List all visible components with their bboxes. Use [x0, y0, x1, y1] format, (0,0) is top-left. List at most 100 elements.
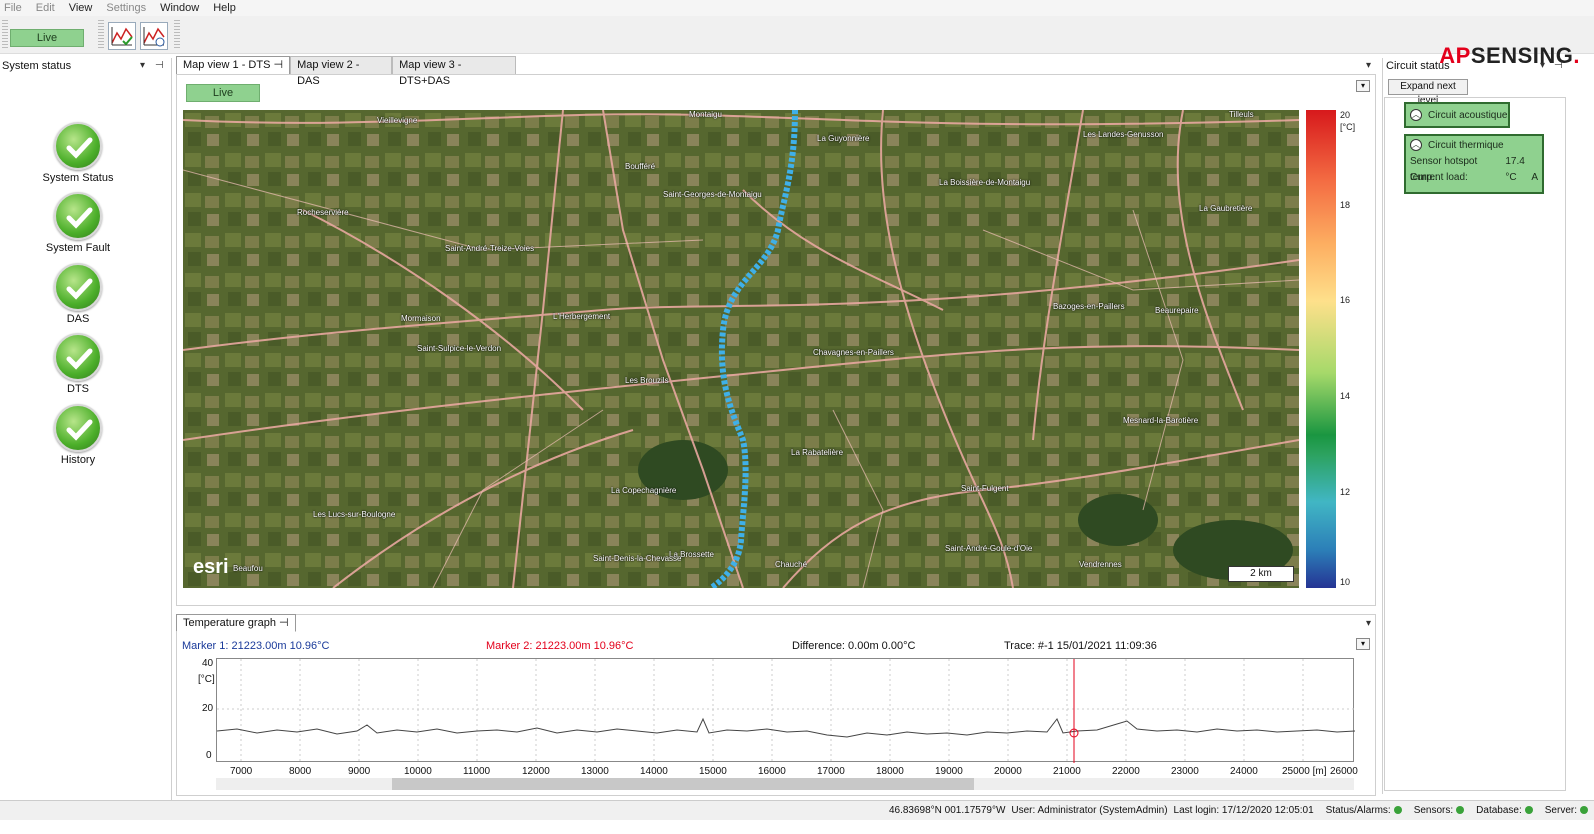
tab-map-view-3[interactable]: Map view 3 - DTS+DAS	[392, 56, 517, 87]
dropdown-icon[interactable]: ▾	[1366, 60, 1371, 71]
circuit-row: Current load: A	[1410, 172, 1538, 183]
menu-file[interactable]: File	[4, 2, 22, 14]
server-status: Server:	[1539, 805, 1588, 816]
esri-logo: esri	[193, 556, 229, 578]
graph-scrollbar[interactable]	[216, 778, 1354, 790]
sensors-status: Sensors:	[1408, 805, 1465, 816]
chevron-up-icon[interactable]: ︿	[1410, 109, 1422, 121]
user-info: User: Administrator (SystemAdmin)	[1011, 805, 1168, 816]
difference-readout: Difference: 0.00m 0.00°C	[792, 640, 916, 652]
trace-chart-icon[interactable]	[108, 22, 136, 50]
colorbar-unit: [°C]	[1340, 122, 1356, 132]
map-label: Montaigu	[689, 110, 722, 119]
colorbar-tick: 12	[1340, 487, 1351, 497]
status-ok-icon	[1580, 806, 1588, 815]
alarms-status: Status/Alarms:	[1320, 805, 1402, 816]
map-label: Bazoges-en-Paillers	[1053, 302, 1125, 311]
dropdown-icon[interactable]: ▾	[140, 60, 145, 71]
map-live-button[interactable]: Live	[186, 84, 260, 102]
circuit-tree	[1384, 97, 1566, 791]
pin-icon[interactable]: ⊣	[273, 59, 283, 71]
x-tick: 19000	[935, 766, 963, 777]
menu-view[interactable]: View	[69, 2, 93, 14]
map-label: Saint-Fulgent	[961, 484, 1009, 493]
pin-icon[interactable]: ⊣	[1554, 60, 1563, 71]
database-status: Database:	[1470, 805, 1533, 816]
status-ok-icon	[1393, 806, 1402, 815]
map-label: Beaufou	[233, 564, 263, 573]
dropdown-icon[interactable]: ▾	[1540, 60, 1545, 71]
x-tick: 24000	[1230, 766, 1258, 777]
chevron-down-icon[interactable]: ▾	[1356, 638, 1370, 650]
x-tick: 7000	[230, 766, 253, 777]
tab-map-view-1[interactable]: Map view 1 - DTS ⊣	[176, 56, 291, 74]
circuit-thermique[interactable]: ︿ Circuit thermique Sensor hotspot temp.:…	[1404, 134, 1544, 194]
chevron-up-icon[interactable]: ︿	[1410, 139, 1422, 151]
chevron-down-icon[interactable]: ▾	[1356, 80, 1370, 92]
x-tick: 12000	[522, 766, 550, 777]
status-das[interactable]: DAS	[28, 263, 128, 325]
dropdown-icon[interactable]: ▾	[1366, 618, 1371, 629]
map-label: Beaurepaire	[1155, 306, 1199, 315]
satellite-map[interactable]: Vieillevigne Montaigu La Guyonnière Les …	[183, 110, 1299, 588]
status-history[interactable]: History	[28, 404, 128, 466]
menu-settings[interactable]: Settings	[106, 2, 146, 14]
temperature-plot[interactable]	[216, 658, 1356, 763]
toolbar-grip[interactable]	[2, 20, 8, 50]
last-login: Last login: 17/12/2020 12:05:01	[1173, 805, 1314, 816]
x-tick: 16000	[758, 766, 786, 777]
map-label: La Gaubretière	[1199, 204, 1253, 213]
circuit-acoustique[interactable]: ︿ Circuit acoustique	[1404, 102, 1510, 128]
tab-temperature-graph[interactable]: Temperature graph ⊣	[176, 614, 296, 632]
pin-icon[interactable]: ⊣	[155, 60, 164, 71]
x-tick: 21000	[1053, 766, 1081, 777]
map-label: Mormaison	[401, 314, 441, 323]
x-tick: 14000	[640, 766, 668, 777]
colorbar-tick: 18	[1340, 200, 1351, 210]
trace-readout: Trace: #-1 15/01/2021 11:09:36	[1004, 640, 1157, 652]
ok-check-icon	[54, 122, 102, 170]
compare-chart-icon[interactable]	[140, 22, 168, 50]
y-tick: 40	[202, 658, 214, 669]
y-tick: 0	[206, 750, 212, 761]
map-label: Chavagnes-en-Paillers	[813, 348, 894, 357]
circuit-status-title: Circuit status	[1386, 60, 1450, 72]
map-label: La Guyonnière	[817, 134, 870, 143]
live-button[interactable]: Live	[10, 29, 84, 47]
ok-check-icon	[54, 404, 102, 452]
x-tick: 18000	[876, 766, 904, 777]
status-system-fault[interactable]: System Fault	[28, 192, 128, 254]
x-tick: 22000	[1112, 766, 1140, 777]
menu-help[interactable]: Help	[213, 2, 236, 14]
toolbar: Live APSENSING.	[0, 16, 1594, 68]
map-label: Chauché	[775, 560, 808, 569]
map-label: Boufféré	[625, 162, 656, 171]
toolbar-grip[interactable]	[174, 20, 180, 50]
scrollbar-thumb[interactable]	[392, 778, 974, 790]
pin-icon[interactable]: ⊣	[279, 617, 289, 629]
x-tick: 10000	[404, 766, 432, 777]
status-system-status[interactable]: System Status	[28, 122, 128, 184]
colorbar-tick: 14	[1340, 391, 1351, 401]
x-tick: 9000	[348, 766, 371, 777]
x-tick: 15000	[699, 766, 727, 777]
x-tick: 8000	[289, 766, 312, 777]
map-label: Vieillevigne	[377, 116, 418, 125]
expand-next-level-button[interactable]: Expand next level	[1388, 79, 1468, 106]
x-tick: 23000	[1171, 766, 1199, 777]
map-label: Les Lucs-sur-Boulogne	[313, 510, 396, 519]
status-ok-icon	[1524, 806, 1533, 815]
ok-check-icon	[54, 263, 102, 311]
tab-map-view-2[interactable]: Map view 2 - DAS	[290, 56, 393, 87]
map-label: Rocheservière	[297, 208, 349, 217]
menu-window[interactable]: Window	[160, 2, 199, 14]
marker2-readout: Marker 2: 21223.00m 10.96°C	[486, 640, 634, 652]
map-label: L'Herbergement	[553, 312, 611, 321]
toolbar-grip[interactable]	[98, 20, 104, 50]
x-tick: 13000	[581, 766, 609, 777]
x-tick: 26000	[1330, 766, 1358, 777]
map-label: Tilleuls	[1229, 110, 1254, 119]
status-dts[interactable]: DTS	[28, 333, 128, 395]
menu-edit[interactable]: Edit	[36, 2, 55, 14]
map-label: Saint-André-Treize-Voies	[445, 244, 535, 253]
